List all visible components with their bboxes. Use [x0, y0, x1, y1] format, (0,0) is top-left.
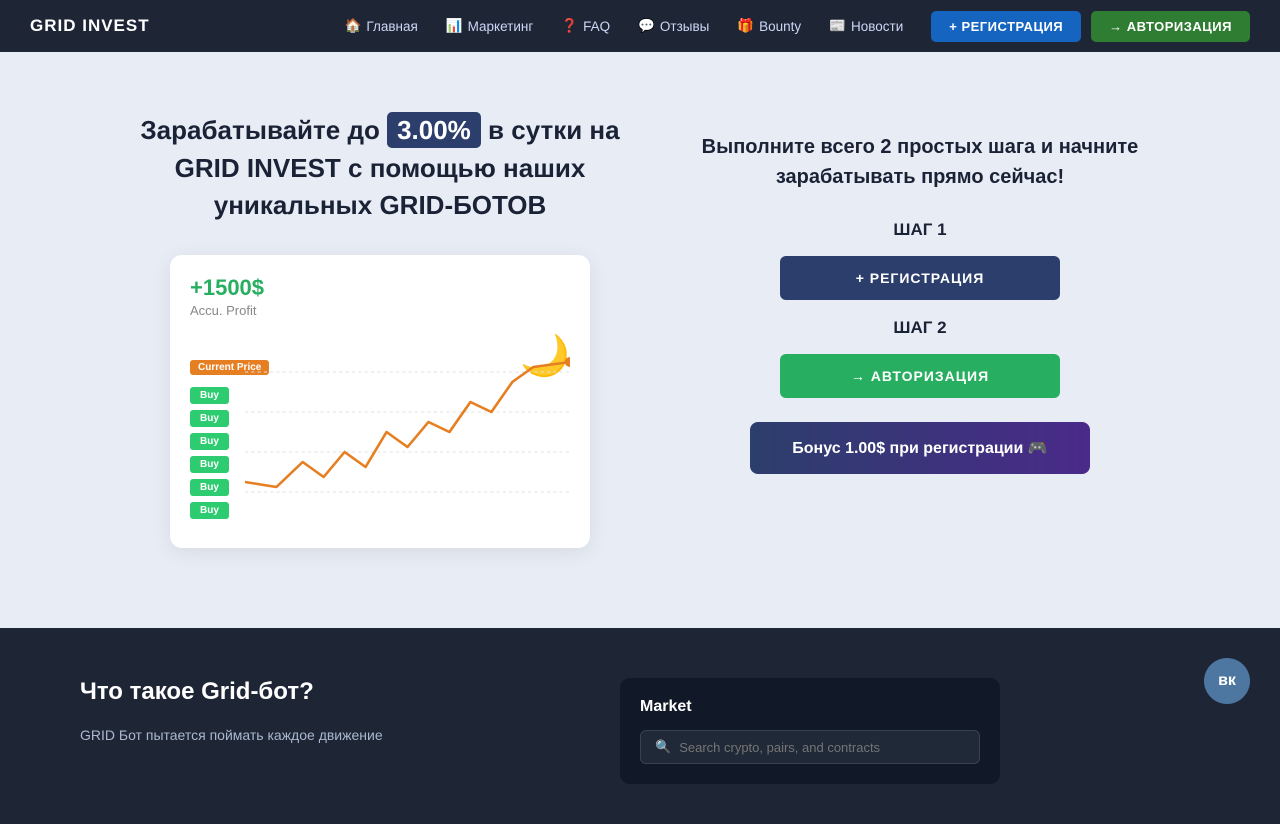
- step1-label: ШАГ 1: [893, 220, 946, 240]
- step2-auth-button[interactable]: → АВТОРИЗАЦИЯ: [780, 354, 1060, 398]
- chart-profit: +1500$: [190, 275, 570, 301]
- buy-btn-4[interactable]: Buy: [190, 456, 229, 473]
- nav-links: 🏠 Главная 📊 Маркетинг ❓ FAQ 💬 Отзывы: [333, 12, 916, 40]
- nav-register-button[interactable]: + РЕГИСТРАЦИЯ: [931, 11, 1081, 42]
- hero-left: Зарабатывайте до 3.00% в сутки на GRID I…: [140, 112, 620, 548]
- reviews-icon: 💬: [638, 18, 655, 34]
- nav-marketing[interactable]: 📊 Маркетинг: [434, 12, 545, 40]
- brand: GRID INVEST: [30, 16, 150, 36]
- marketing-icon: 📊: [446, 18, 463, 34]
- buy-labels: Buy Buy Buy Buy Buy Buy: [190, 387, 229, 519]
- nav-reviews[interactable]: 💬 Отзывы: [626, 12, 721, 40]
- market-widget: Market 🔍: [620, 678, 1000, 784]
- rate-badge: 3.00%: [387, 112, 481, 148]
- buy-btn-5[interactable]: Buy: [190, 479, 229, 496]
- hero-subtitle: Выполните всего 2 простых шага и начните…: [700, 132, 1140, 192]
- nav-auth-button[interactable]: → АВТОРИЗАЦИЯ: [1091, 11, 1250, 42]
- nav-actions: + РЕГИСТРАЦИЯ → АВТОРИЗАЦИЯ: [931, 11, 1250, 42]
- vk-icon: вк: [1218, 672, 1236, 690]
- nav-faq[interactable]: ❓ FAQ: [549, 12, 622, 40]
- buy-btn-2[interactable]: Buy: [190, 410, 229, 427]
- buy-btn-6[interactable]: Buy: [190, 502, 229, 519]
- search-icon: 🔍: [655, 739, 671, 755]
- market-search[interactable]: 🔍: [640, 730, 980, 764]
- footer-section: Что такое Grid-бот? GRID Бот пытается по…: [0, 628, 1280, 824]
- footer-left: Что такое Grid-бот? GRID Бот пытается по…: [80, 678, 560, 746]
- bounty-icon: 🎁: [737, 18, 754, 34]
- nav-bounty[interactable]: 🎁 Bounty: [725, 12, 813, 40]
- hero-section: Зарабатывайте до 3.00% в сутки на GRID I…: [0, 52, 1280, 628]
- faq-icon: ❓: [561, 18, 578, 34]
- market-search-input[interactable]: [679, 740, 965, 755]
- home-icon: 🏠: [345, 18, 362, 34]
- vk-button[interactable]: вк: [1204, 658, 1250, 704]
- news-icon: 📰: [829, 18, 846, 34]
- nav-news[interactable]: 📰 Новости: [817, 12, 915, 40]
- step1-register-button[interactable]: + РЕГИСТРАЦИЯ: [780, 256, 1060, 300]
- nav-home[interactable]: 🏠 Главная: [333, 12, 430, 40]
- buy-btn-1[interactable]: Buy: [190, 387, 229, 404]
- hero-right: Выполните всего 2 простых шага и начните…: [700, 112, 1140, 474]
- chart-svg-wrapper: [245, 332, 570, 532]
- footer-title: Что такое Grid-бот?: [80, 678, 560, 706]
- hero-title: Зарабатывайте до 3.00% в сутки на GRID I…: [140, 112, 620, 225]
- market-title: Market: [640, 698, 980, 716]
- footer-text: GRID Бот пытается поймать каждое движени…: [80, 724, 560, 746]
- buy-btn-3[interactable]: Buy: [190, 433, 229, 450]
- bonus-button[interactable]: Бонус 1.00$ при регистрации 🎮: [750, 422, 1090, 474]
- chart-area: 🌙 Current Price Buy Buy Buy Buy Buy Buy: [190, 332, 570, 532]
- chart-profit-label: Accu. Profit: [190, 303, 570, 318]
- navbar: GRID INVEST 🏠 Главная 📊 Маркетинг ❓ FAQ …: [0, 0, 1280, 52]
- chart-card: +1500$ Accu. Profit 🌙 Current Price Buy …: [170, 255, 590, 548]
- step2-label: ШАГ 2: [893, 318, 946, 338]
